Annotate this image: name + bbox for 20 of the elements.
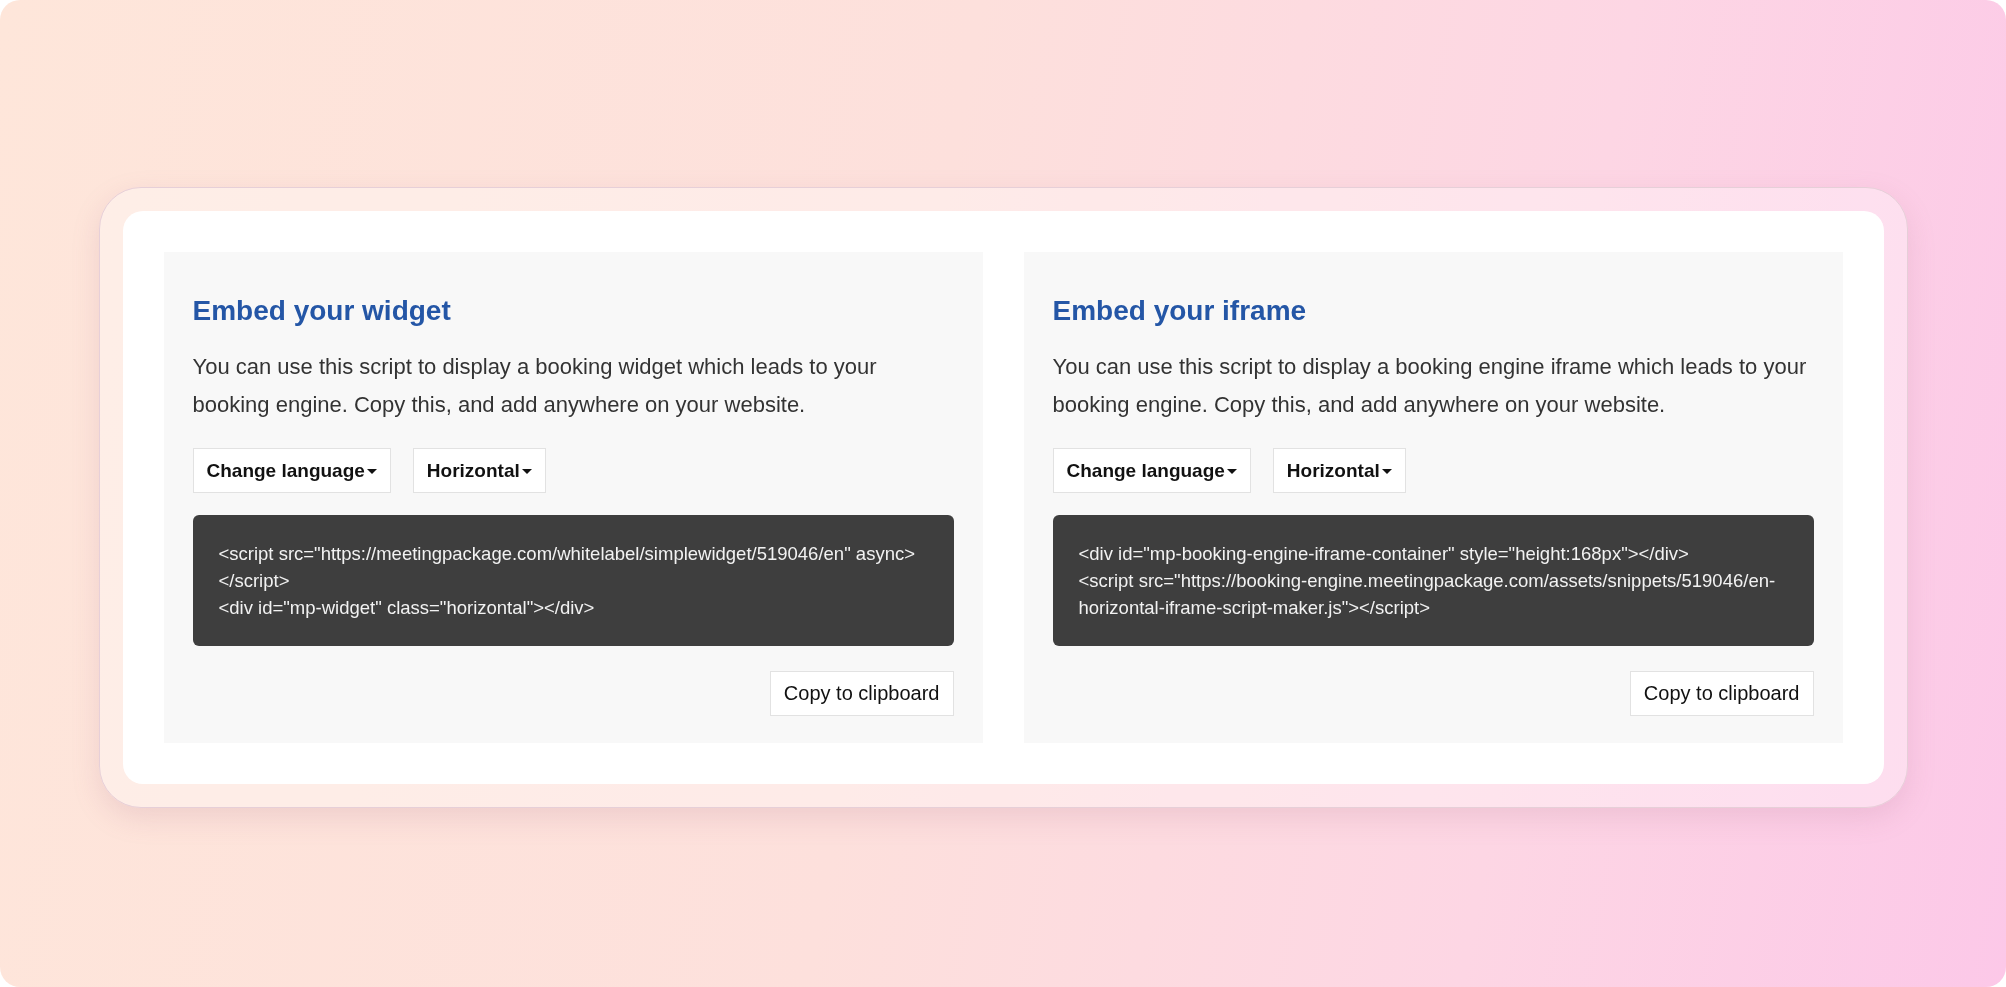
panel-description: You can use this script to display a booking widget which leads to your booking engine. Copy this, and add anywhere on your website. [192, 353, 878, 419]
caret-icon [366, 469, 377, 474]
panel-description: You can use this script to display a booking engine iframe which leads to your booking engine. Copy this, and add anywhere on your website. [1052, 353, 1808, 419]
caret-icon [1226, 469, 1237, 474]
code-line: <div id="mp-booking-engine-iframe-container" style="height:168px"></div> [1078, 542, 1689, 566]
panel-title: Embed your widget [192, 295, 451, 327]
panel-title: Embed your iframe [1052, 295, 1307, 327]
dropdown-button[interactable]: Change language [192, 448, 391, 493]
dropdown-button[interactable]: Horizontal [1272, 448, 1406, 493]
code-line: <script src="https://meetingpackage.com/whitelabel/simplewidget/519046/en" async> [218, 542, 915, 566]
dropdown-button[interactable]: Horizontal [412, 448, 546, 493]
code-line: <script src="https://booking-engine.meetingpackage.com/assets/snippets/519046/en- [1078, 569, 1776, 593]
code-line: horizontal-iframe-script-maker.js"></script> [1078, 596, 1430, 620]
copy-button[interactable]: Copy to clipboard [769, 671, 954, 716]
caret-icon [521, 469, 532, 474]
code-line: </script> [218, 569, 290, 593]
caret-icon [1381, 469, 1392, 474]
code-line: <div id="mp-widget" class="horizontal"></div> [218, 596, 595, 620]
copy-button[interactable]: Copy to clipboard [1629, 671, 1814, 716]
dropdown-button[interactable]: Change language [1052, 448, 1251, 493]
